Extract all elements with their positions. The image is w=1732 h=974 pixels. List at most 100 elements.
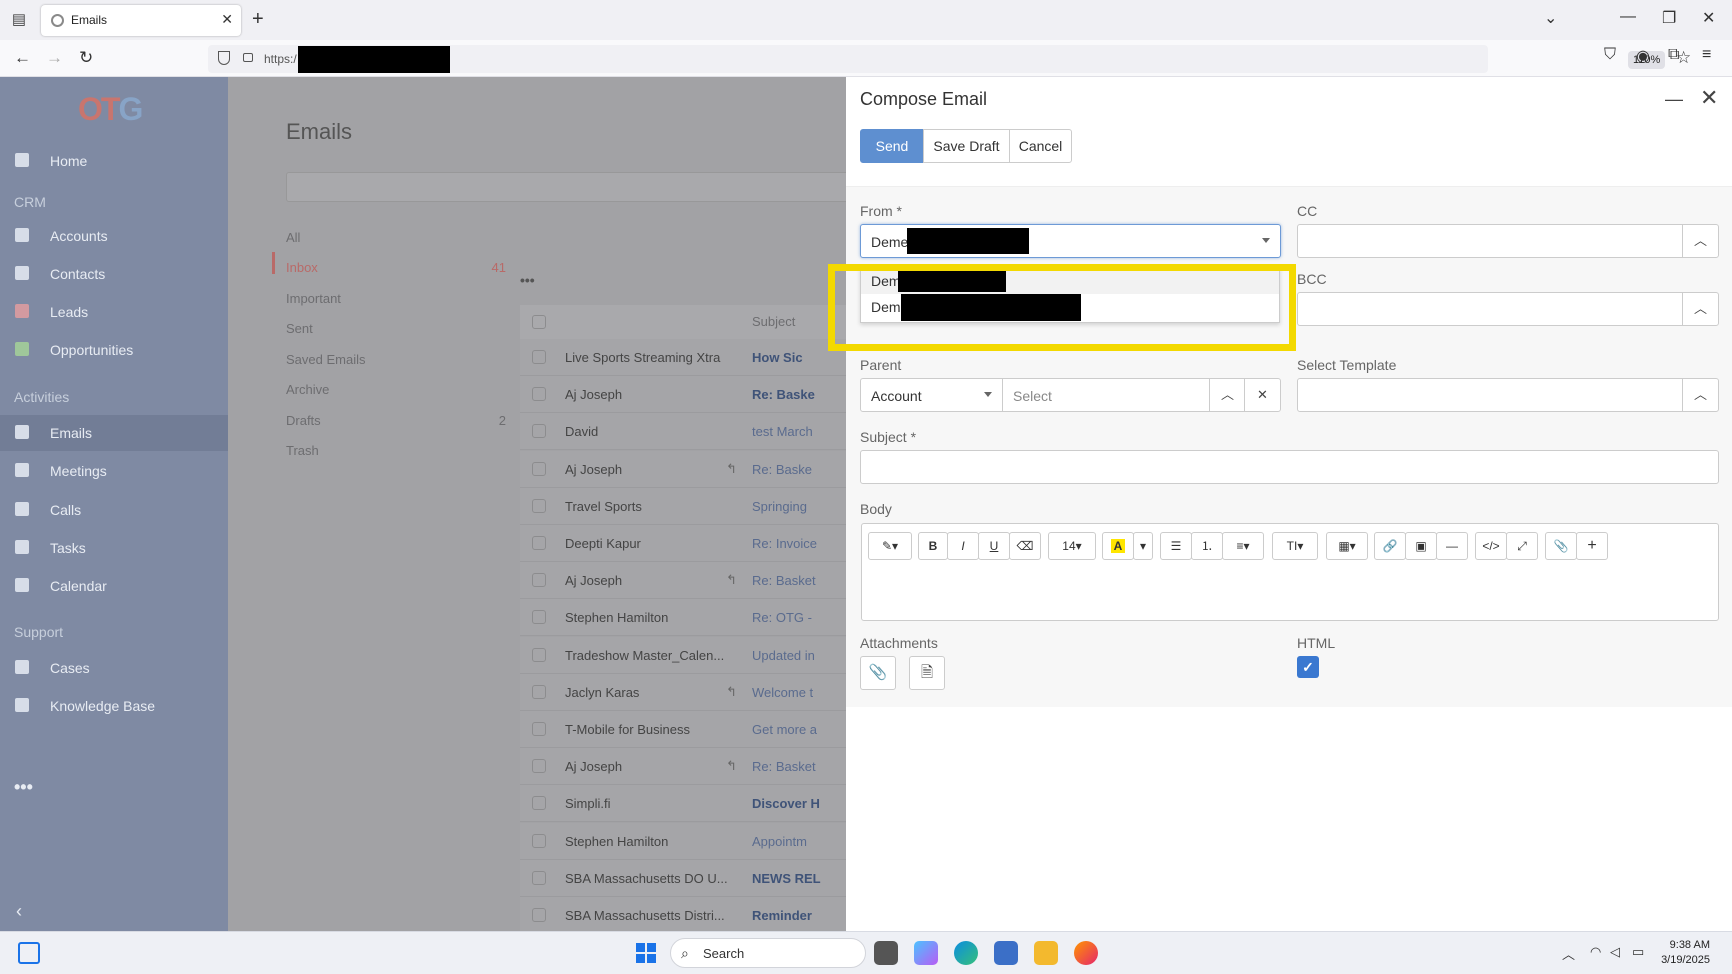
pocket-icon[interactable]: ⛉ [1604, 46, 1616, 64]
chevron-up-icon[interactable]: ︿ [1682, 379, 1718, 411]
folder-archive[interactable]: Archive [286, 382, 506, 397]
cancel-button[interactable]: Cancel [1009, 129, 1072, 163]
row-checkbox[interactable] [532, 870, 546, 885]
email-subject[interactable]: Re: Invoice [752, 536, 846, 551]
row-checkbox[interactable] [532, 498, 546, 513]
sidebar-item-accounts[interactable]: Accounts [0, 218, 228, 254]
from-select[interactable]: Deme [860, 224, 1281, 258]
show-hidden-icons-icon[interactable]: ︿ [1562, 944, 1575, 963]
back-icon[interactable]: ← [14, 48, 31, 68]
subject-input[interactable] [860, 450, 1719, 484]
table-row[interactable]: Travel Sports Springing [520, 487, 846, 525]
table-row[interactable]: Aj Joseph ↰ Re: Baske [520, 450, 846, 488]
subject-column-header[interactable]: Subject [752, 314, 795, 329]
close-window-icon[interactable]: ✕ [1702, 8, 1715, 28]
font-size-select[interactable]: 14▾ [1048, 532, 1096, 560]
list-all-tabs-icon[interactable]: ⌄ [1544, 8, 1557, 28]
file-explorer-icon[interactable] [1034, 941, 1058, 965]
email-subject[interactable]: Re: OTG - [752, 610, 846, 625]
browser-tab[interactable]: Emails ✕ [41, 5, 241, 36]
magic-style-icon[interactable]: ✎▾ [868, 532, 912, 560]
image-icon[interactable]: ▣ [1405, 532, 1437, 560]
row-checkbox[interactable] [532, 722, 546, 736]
sidebar-item-cases[interactable]: Cases [0, 650, 228, 686]
underline-icon[interactable]: U [978, 532, 1010, 560]
html-checkbox[interactable]: ✓ [1297, 656, 1319, 678]
fullscreen-icon[interactable]: ⤢ [1506, 532, 1538, 560]
row-checkbox[interactable] [532, 833, 546, 848]
folder-saved-emails[interactable]: Saved Emails [286, 352, 506, 367]
folder-inbox[interactable]: Inbox 41 [286, 260, 506, 275]
email-subject[interactable]: test March [752, 424, 846, 439]
more-icon[interactable]: ••• [14, 777, 33, 798]
table-row[interactable]: Deepti Kapur Re: Invoice [520, 525, 846, 562]
email-subject[interactable]: Re: Basket [752, 573, 846, 588]
row-checkbox[interactable] [532, 759, 546, 774]
widgets-icon[interactable] [18, 942, 40, 964]
wifi-icon[interactable]: ◠ [1590, 944, 1601, 960]
text-style-icon[interactable]: TI▾ [1272, 532, 1318, 560]
menu-icon[interactable]: ≡ [1702, 46, 1711, 64]
copilot-icon[interactable] [914, 941, 938, 965]
email-subject[interactable]: Re: Baske [752, 462, 846, 477]
table-row[interactable]: Stephen Hamilton Appointm [520, 822, 846, 860]
code-view-icon[interactable]: </> [1475, 532, 1507, 560]
email-subject[interactable]: NEWS REL [752, 871, 846, 886]
email-subject[interactable]: Reminder [752, 908, 846, 923]
row-checkbox[interactable] [532, 684, 546, 699]
sidebar-item-home[interactable]: Home [0, 143, 228, 179]
plus-icon[interactable]: + [1576, 532, 1608, 560]
email-subject[interactable]: Re: Basket [752, 759, 846, 774]
sidebar-item-calls[interactable]: Calls [0, 492, 228, 528]
email-subject[interactable]: Springing [752, 499, 846, 514]
table-row[interactable]: SBA Massachusetts Distri... Reminder [520, 897, 846, 934]
bcc-field[interactable]: ︿ [1297, 292, 1719, 326]
chevron-up-icon[interactable]: ︿ [1209, 379, 1245, 411]
clear-icon[interactable]: ✕ [1244, 379, 1280, 411]
email-subject[interactable]: How Sic [752, 350, 846, 365]
edge-icon[interactable] [954, 941, 978, 965]
row-checkbox[interactable] [532, 536, 546, 550]
sidebar-item-leads[interactable]: Leads [0, 294, 228, 330]
row-checkbox[interactable] [532, 461, 546, 476]
parent-type-select[interactable]: Account [860, 378, 1003, 412]
row-checkbox[interactable] [532, 573, 546, 588]
firefox-icon[interactable] [1074, 941, 1098, 965]
bulk-actions-menu[interactable]: ••• [520, 272, 535, 288]
table-row[interactable]: David test March [520, 413, 846, 451]
ordered-list-icon[interactable]: ⒈ [1191, 532, 1223, 560]
text-color-icon[interactable]: A [1102, 532, 1134, 560]
tab-list-icon[interactable]: ▤ [8, 9, 30, 31]
row-checkbox[interactable] [532, 387, 546, 402]
tab-close-icon[interactable]: ✕ [221, 11, 233, 28]
email-search-input[interactable] [286, 172, 866, 202]
lock-icon[interactable] [243, 53, 253, 62]
row-checkbox[interactable] [532, 424, 546, 439]
sidebar-item-opportunities[interactable]: Opportunities [0, 332, 228, 368]
email-subject[interactable]: Re: Baske [752, 387, 846, 402]
email-subject[interactable]: Discover H [752, 796, 846, 811]
taskbar-search[interactable]: ⌕ Search [670, 938, 866, 968]
email-subject[interactable]: Get more a [752, 722, 846, 737]
table-row[interactable]: Simpli.fi Discover H [520, 785, 846, 823]
body-editor[interactable]: ✎▾ B I U ⌫ 14▾ A ▾ ☰ ⒈ ≡▾ TI▾ ▦▾ 🔗 ▣ — <… [861, 523, 1719, 621]
row-checkbox[interactable] [532, 350, 546, 364]
table-row[interactable]: Aj Joseph ↰ Re: Basket [520, 562, 846, 600]
url-bar[interactable]: https:/ 110% ☆ [208, 45, 1691, 73]
parent-select[interactable]: Select ︿ ✕ [1002, 378, 1281, 412]
table-row[interactable]: Jaclyn Karas ↰ Welcome t [520, 673, 846, 711]
table-row[interactable]: Tradeshow Master_Calen... Updated in [520, 636, 846, 674]
row-checkbox[interactable] [532, 908, 546, 922]
eraser-icon[interactable]: ⌫ [1009, 532, 1041, 560]
start-icon[interactable] [636, 943, 656, 963]
align-icon[interactable]: ≡▾ [1222, 532, 1264, 560]
sidebar-item-contacts[interactable]: Contacts [0, 256, 228, 292]
url-text[interactable]: https:/ [264, 52, 297, 66]
table-row[interactable]: Live Sports Streaming Xtra How Sic [520, 339, 846, 376]
chevron-up-icon[interactable]: ︿ [1682, 225, 1718, 257]
task-view-icon[interactable] [874, 941, 898, 965]
select-all-checkbox[interactable] [532, 315, 546, 329]
logo[interactable]: OTG [78, 91, 143, 128]
horizontal-rule-icon[interactable]: — [1436, 532, 1468, 560]
italic-icon[interactable]: I [947, 532, 979, 560]
